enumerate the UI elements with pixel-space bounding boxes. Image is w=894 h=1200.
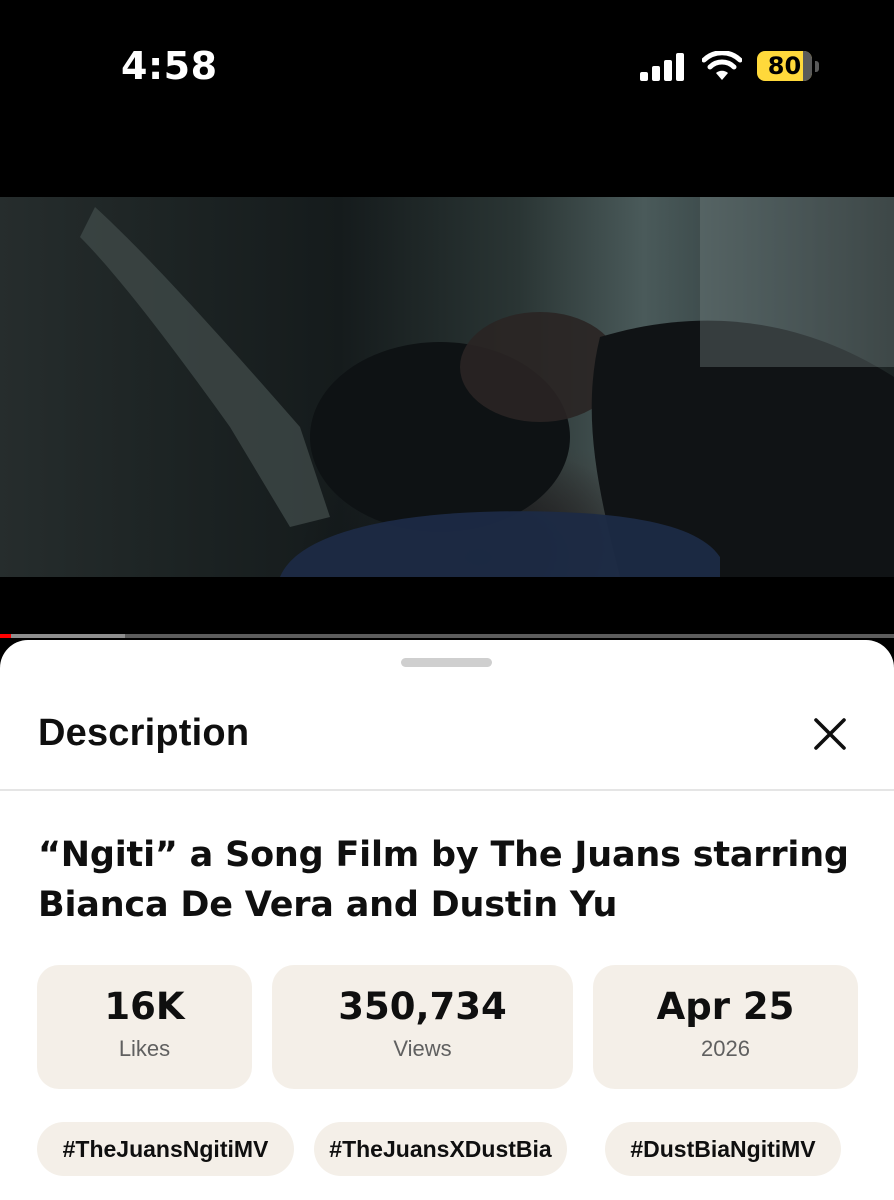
upload-date-stat-card: Apr 25 2026 [593,965,858,1089]
video-progress-bar[interactable] [0,634,894,638]
description-sheet: Description “Ngiti” a Song Film by The J… [0,640,894,1200]
close-icon [814,718,846,750]
video-title: “Ngiti” a Song Film by The Juans starrin… [38,835,849,925]
battery-level: 80 [767,52,802,80]
video-frame [80,197,894,577]
close-button[interactable] [806,710,854,758]
status-time: 4:58 [121,44,218,88]
wifi-icon [702,51,742,80]
sheet-title: Description [38,712,250,754]
youtube-description-screen: 4:58 80 Description “Ngiti” a Song Film … [0,0,894,1200]
battery-body: 80 [757,51,812,81]
views-stat-card: 350,734 Views [272,965,573,1089]
battery-nub [815,61,819,72]
hashtag-chip[interactable]: #DustBiaNgitiMV [605,1122,841,1176]
views-label: Views [393,1036,452,1061]
likes-label: Likes [118,1036,171,1061]
upload-date: Apr 25 [656,985,795,1028]
video-progress-fill [0,634,11,638]
sheet-divider [0,789,894,791]
video-player[interactable] [0,197,894,577]
likes-stat-card: 16K Likes [37,965,252,1089]
likes-count: 16K [104,985,185,1028]
cellular-signal-icon [640,53,684,81]
views-count: 350,734 [338,985,507,1028]
video-letterbox-bottom [0,577,894,635]
hashtag-chip[interactable]: #TheJuansNgitiMV [37,1122,294,1176]
status-bar: 4:58 80 [0,0,894,140]
hashtag-chip[interactable]: #TheJuansXDustBia [314,1122,567,1176]
upload-year: 2026 [701,1036,750,1061]
sheet-drag-handle[interactable] [401,658,492,667]
video-buffer-fill [0,634,126,638]
battery-indicator: 80 [757,51,821,83]
